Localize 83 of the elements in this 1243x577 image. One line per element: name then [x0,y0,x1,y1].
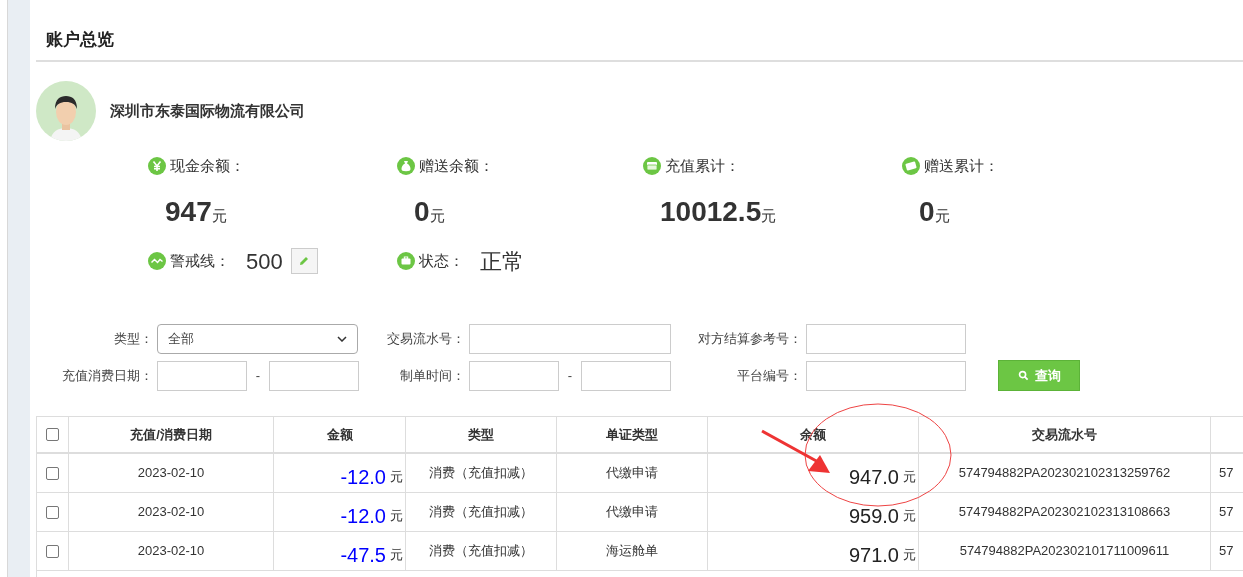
amount-value: -47.5 [340,543,386,568]
unit-label: 元 [390,546,403,565]
table-cell-text: 57 [1219,542,1234,561]
transaction-no-field[interactable] [469,324,671,354]
table-cell-text: 2023-02-10 [137,503,205,522]
unit-label: 元 [934,206,950,226]
date-from-field[interactable] [157,360,247,391]
balance-value: 971.0 [848,543,899,568]
balance-value: 947.0 [848,465,899,490]
table-cell-text: 海运舱单 [606,542,658,561]
warning-line-label: 警戒线： [170,250,230,271]
transaction-no-label: 交易流水号： [386,330,466,349]
type-label: 类型： [113,330,154,349]
amount-value: -12.0 [340,504,386,529]
column-header: 金额 [326,425,353,444]
stat-label: 充值累计： [665,155,740,176]
table-cell-text: 57 [1219,464,1234,483]
edit-button[interactable] [290,248,318,274]
unit-label: 元 [903,546,916,565]
checkbox[interactable] [46,428,59,441]
table-cell-text: 2023-02-10 [137,542,205,561]
stat-label: 赠送余额： [419,155,494,176]
checkbox[interactable] [46,505,59,519]
unit-label: 元 [903,468,916,487]
table-cell-text: 消费（充值扣减） [429,464,533,483]
table-cell-text: 消费（充值扣减） [429,503,533,522]
unit-label: 元 [211,206,227,226]
chevron-down-icon [337,336,347,342]
money-bag-icon [397,157,415,175]
amount-value: -12.0 [340,465,386,490]
counterparty-ref-field[interactable] [806,324,966,354]
created-time-label: 制单时间： [399,366,466,385]
unit-label: 元 [903,507,916,526]
range-separator: - [566,366,574,385]
balance-value: 959.0 [848,504,899,529]
column-header: 交易流水号 [1032,425,1097,444]
stat-value: 0 [414,195,430,229]
created-to-field[interactable] [581,360,671,391]
pencil-icon [298,255,311,267]
unit-label: 元 [429,206,445,226]
column-header: 单证类型 [606,425,658,444]
search-icon [1017,370,1029,381]
column-header: 类型 [468,425,494,444]
checkbox[interactable] [46,466,59,480]
unit-label: 元 [761,207,777,226]
table-cell-text: 代缴申请 [606,503,658,522]
date-label: 充值消费日期： [61,366,154,385]
yen-icon [148,157,166,175]
page-title: 账户总览 [46,30,115,50]
table-cell-text: 消费（充值扣减） [429,542,533,561]
avatar [36,81,96,141]
platform-no-label: 平台编号： [736,366,803,385]
briefcase-icon [397,252,415,270]
company-name: 深圳市东泰国际物流有限公司 [110,100,305,121]
stat-label: 现金余额： [170,155,245,176]
type-select[interactable]: 全部 [157,324,358,354]
stat-value: 947 [165,195,212,229]
banknotes-icon [643,157,661,175]
annotation-arrow [761,429,830,473]
column-header: 充值/消费日期 [130,425,212,444]
created-from-field[interactable] [469,360,559,391]
unit-label: 元 [390,507,403,526]
table-cell-text: 2023-02-10 [137,464,205,483]
table-cell-text: 57 [1219,503,1234,522]
table-cell-text: 574794882PA202302101711009611 [959,542,1170,561]
table-cell-text: 574794882PA202302102313108663 [958,503,1171,522]
stat-label: 赠送累计： [924,155,999,176]
column-header: 余额 [800,425,826,444]
table-cell-text: 574794882PA202302102313259762 [958,464,1171,483]
status-value: 正常 [480,247,524,276]
warning-line-value: 500 [246,247,283,276]
platform-no-field[interactable] [806,360,966,391]
status-label: 状态： [419,250,464,271]
banknote-icon [902,157,920,175]
checkbox[interactable] [46,544,59,558]
line-chart-icon [148,252,166,270]
range-separator: - [254,366,262,385]
date-to-field[interactable] [269,360,359,391]
stat-value: 10012.5 [660,195,762,229]
stat-value: 0 [919,195,935,229]
table-cell-text: 代缴申请 [606,464,658,483]
unit-label: 元 [390,468,403,487]
counterparty-ref-label: 对方结算参考号： [697,330,803,349]
